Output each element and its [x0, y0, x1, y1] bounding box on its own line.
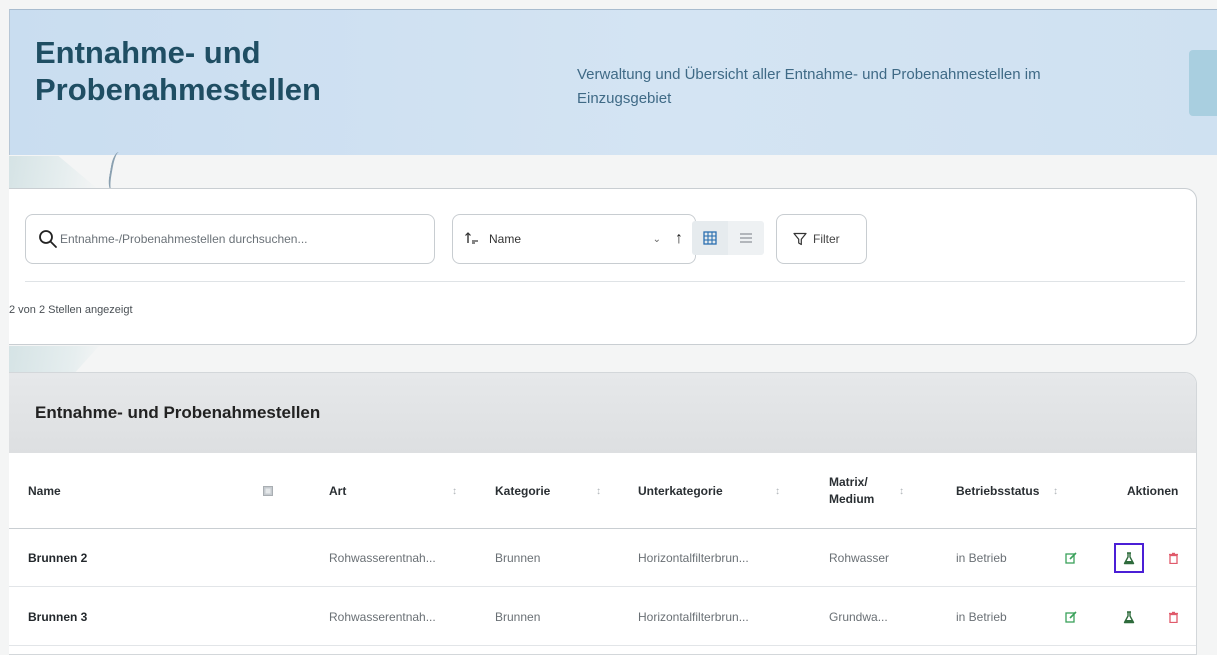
- column-betriebsstatus[interactable]: Betriebsstatus: [956, 453, 1039, 529]
- column-art-label: Art: [329, 484, 347, 498]
- cell-matrix: Grundwa...: [829, 610, 888, 624]
- column-matrix[interactable]: Matrix/ Medium: [829, 453, 874, 529]
- list-icon: [740, 233, 752, 243]
- search-icon: [38, 229, 58, 249]
- decoration-shape: [9, 156, 99, 190]
- page-title: Entnahme- und Probenahmestellen: [35, 35, 321, 107]
- grid-view-button[interactable]: [692, 221, 728, 255]
- delete-icon[interactable]: [1163, 548, 1183, 568]
- table-card: Entnahme- und Probenahmestellen Name Art…: [9, 372, 1197, 655]
- sort-icon[interactable]: ↕: [596, 453, 601, 529]
- page-subtitle: Verwaltung und Übersicht aller Entnahme-…: [577, 66, 1041, 107]
- sort-select[interactable]: Name ⌄ ↑: [452, 214, 696, 264]
- cell-status: in Betrieb: [956, 610, 1007, 624]
- list-view-button[interactable]: [728, 221, 764, 255]
- sort-direction-up-icon[interactable]: ↑: [675, 230, 683, 248]
- column-aktionen: Aktionen: [1127, 453, 1178, 529]
- sort-icon[interactable]: ↕: [452, 453, 457, 529]
- cell-status: in Betrieb: [956, 551, 1007, 565]
- table-row[interactable]: Brunnen 3 Rohwasserentnah... Brunnen Hor…: [9, 588, 1196, 646]
- table-header: Entnahme- und Probenahmestellen: [9, 373, 1196, 453]
- filter-button[interactable]: Filter: [776, 214, 867, 264]
- search-box[interactable]: [25, 214, 435, 264]
- sample-flask-icon[interactable]: [1114, 543, 1144, 573]
- cell-matrix: Rohwasser: [829, 551, 890, 565]
- column-unterkategorie-label: Unterkategorie: [638, 484, 723, 498]
- sort-icon[interactable]: ↕: [899, 453, 904, 529]
- filter-label: Filter: [813, 232, 840, 246]
- sort-field-label: Name: [489, 232, 522, 246]
- grid-icon: [703, 231, 717, 245]
- result-count: 2 von 2 Stellen angezeigt: [9, 304, 133, 316]
- cell-art: Rohwasserentnah...: [329, 551, 436, 565]
- sort-ascending-icon: [465, 231, 489, 247]
- cell-kategorie: Brunnen: [495, 551, 541, 565]
- page-header: Entnahme- und Probenahmestellen Verwaltu…: [9, 9, 1217, 155]
- chevron-down-icon[interactable]: ⌄: [653, 234, 661, 245]
- column-betriebsstatus-label: Betriebsstatus: [956, 484, 1040, 498]
- decoration-line: [106, 151, 128, 193]
- column-name[interactable]: Name: [28, 453, 61, 529]
- column-name-label: Name: [28, 484, 61, 498]
- divider: [25, 281, 1185, 282]
- delete-icon[interactable]: [1163, 607, 1183, 627]
- search-input[interactable]: [60, 232, 420, 246]
- header-action-button[interactable]: [1189, 50, 1217, 116]
- filter-icon: [793, 232, 807, 246]
- column-matrix-label: Medium: [829, 492, 875, 506]
- column-art[interactable]: Art: [329, 453, 346, 529]
- cell-name: Brunnen 3: [28, 610, 88, 624]
- column-kategorie-label: Kategorie: [495, 484, 551, 498]
- column-unterkategorie[interactable]: Unterkategorie: [638, 453, 723, 529]
- cell-unterkategorie: Horizontalfilterbrun...: [638, 551, 749, 565]
- column-matrix-label: Matrix/: [829, 475, 868, 489]
- column-aktionen-label: Aktionen: [1127, 484, 1179, 498]
- cell-art: Rohwasserentnah...: [329, 610, 436, 624]
- toolbar-card: Name ⌄ ↑ Filter 2 von 2 Stellen angezeig…: [9, 188, 1197, 345]
- table-title: Entnahme- und Probenahmestellen: [35, 403, 321, 422]
- sort-icon[interactable]: ↕: [1053, 453, 1058, 529]
- sample-flask-icon[interactable]: [1119, 607, 1139, 627]
- table-column-header: Name Art ↕ Kategorie ↕ Unterkategorie ↕ …: [9, 453, 1196, 529]
- sort-icon[interactable]: ↕: [775, 453, 780, 529]
- edit-icon[interactable]: [1061, 607, 1081, 627]
- view-toggle: [686, 217, 764, 259]
- column-kategorie[interactable]: Kategorie: [495, 453, 550, 529]
- edit-icon[interactable]: [1061, 548, 1081, 568]
- cell-name: Brunnen 2: [28, 551, 88, 565]
- column-name-sort-icon[interactable]: [263, 453, 273, 529]
- table-row[interactable]: Brunnen 2 Rohwasserentnah... Brunnen Hor…: [9, 529, 1196, 587]
- cell-kategorie: Brunnen: [495, 610, 541, 624]
- cell-unterkategorie: Horizontalfilterbrun...: [638, 610, 749, 624]
